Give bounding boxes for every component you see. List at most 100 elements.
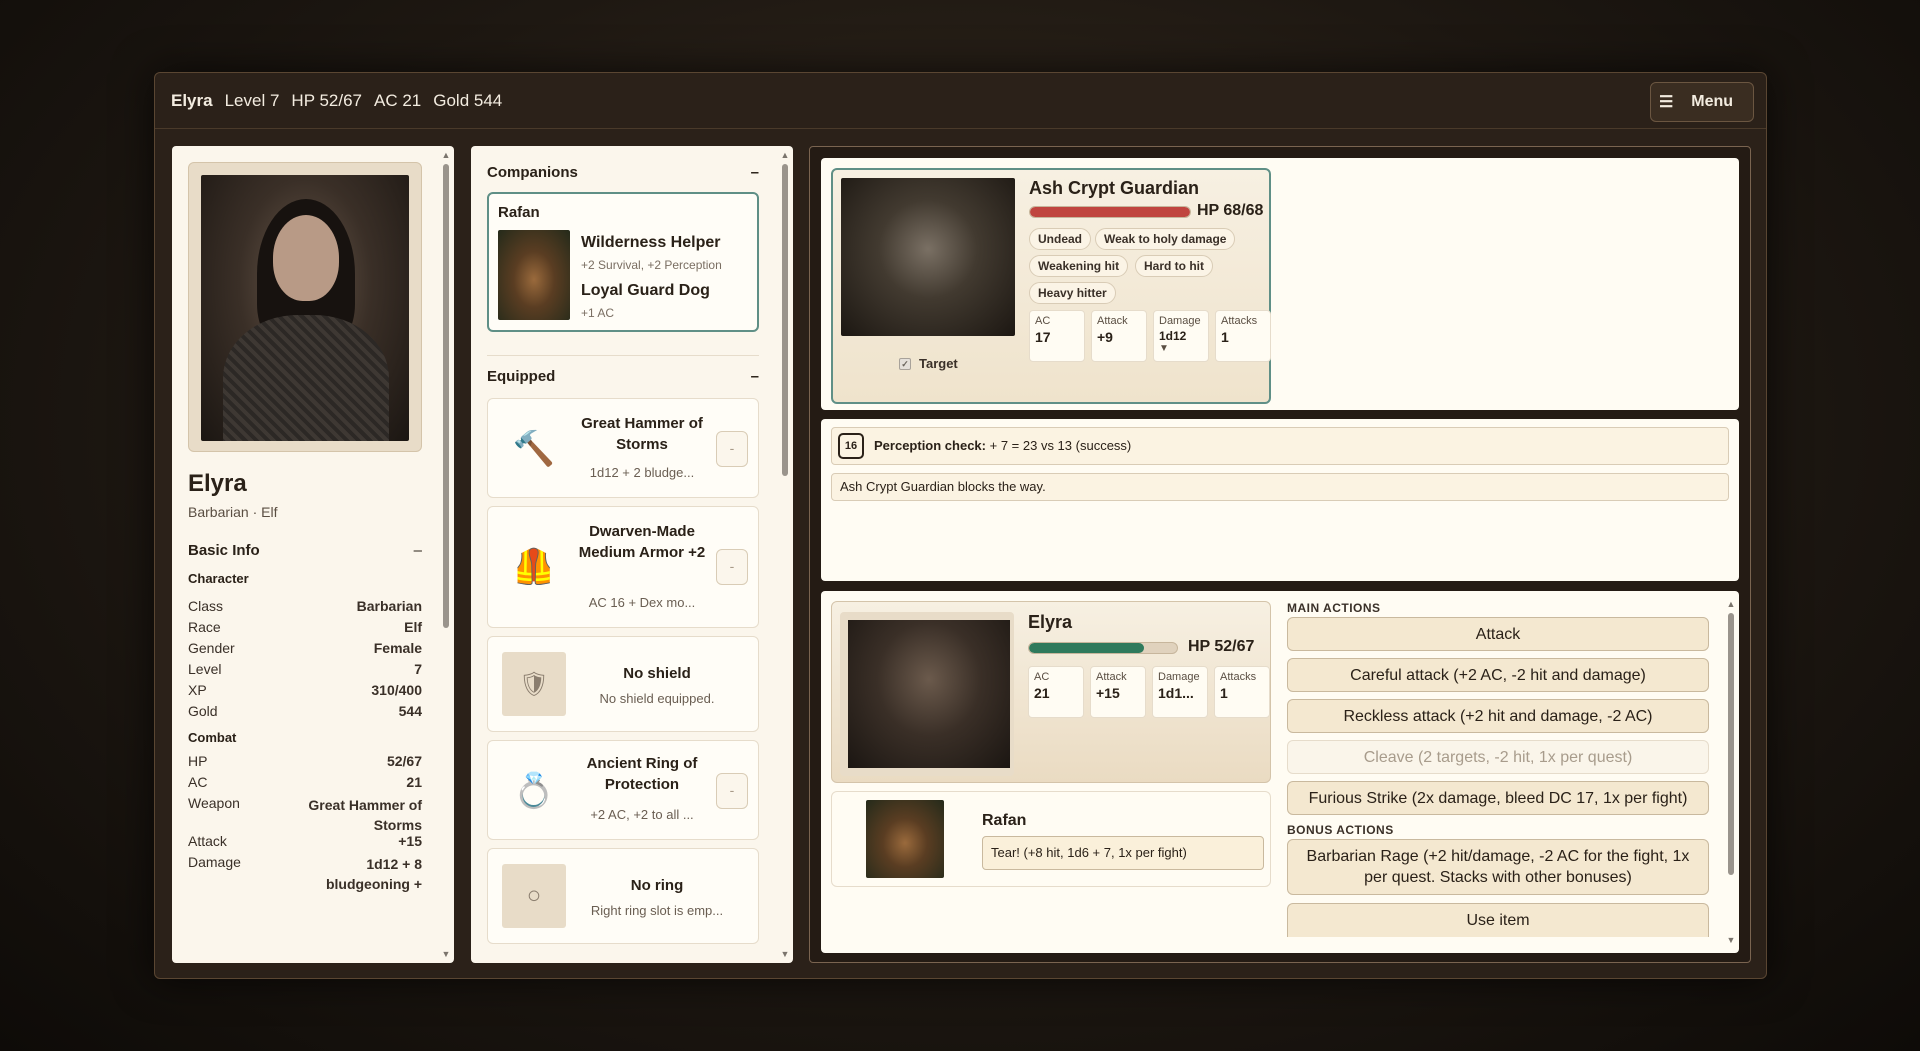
player-hp-text: HP 52/67: [1188, 638, 1255, 655]
expand-icon[interactable]: ▼: [1159, 343, 1169, 354]
status-gold: Gold 544: [433, 90, 503, 110]
status-ac: AC 21: [374, 90, 422, 110]
character-portrait: [201, 175, 409, 441]
barbarian-rage-button[interactable]: Barbarian Rage (+2 hit/damage, -2 AC for…: [1287, 839, 1709, 895]
player-portrait: [848, 620, 1010, 768]
row-level: Level 7: [188, 661, 422, 677]
item-desc: +2 AC, +2 to all ...: [590, 807, 694, 822]
row-attack: Attack +15: [188, 833, 422, 849]
target-checkbox[interactable]: ✓: [899, 357, 911, 370]
collapse-icon[interactable]: –: [751, 368, 759, 385]
item-desc: 1d12 + 2 bludge...: [589, 465, 695, 480]
item-desc: No shield equipped.: [599, 691, 715, 706]
companions-label: Companions: [487, 164, 578, 181]
target-toggle[interactable]: ✓ Target: [899, 356, 958, 371]
row-gender: Gender Female: [188, 640, 422, 656]
player-stat-attacks: Attacks 1: [1214, 666, 1270, 718]
status-bar: Elyra Level 7 HP 52/67 AC 21 Gold 544 ☰ …: [155, 73, 1766, 129]
player-stat-damage: Damage 1d1...: [1152, 666, 1208, 718]
menu-button[interactable]: ☰ Menu: [1650, 82, 1754, 122]
log-check-label: Perception check:: [874, 438, 986, 453]
unequip-button[interactable]: -: [716, 773, 748, 809]
main-actions-header: MAIN ACTIONS: [1287, 601, 1381, 615]
careful-attack-button[interactable]: Careful attack (+2 AC, -2 hit and damage…: [1287, 658, 1709, 692]
companion-trait-1: Wilderness Helper: [581, 234, 721, 251]
enemy-tag: Weak to holy damage: [1095, 228, 1236, 250]
enemy-stat-ac: AC 17: [1029, 310, 1085, 362]
basic-info-label: Basic Info: [188, 542, 260, 559]
character-subtitle: Barbarian · Elf: [188, 504, 278, 520]
enemy-tag: Weakening hit: [1029, 255, 1129, 277]
player-card: Elyra HP 52/67 AC 21 Attack +15 Damage 1d1.…: [831, 601, 1271, 783]
row-race: Race Elf: [188, 619, 422, 635]
shield-icon: 🛡: [502, 652, 566, 716]
enemy-panel: Ash Crypt Guardian HP 68/68 Undead Weak …: [821, 158, 1739, 410]
mid-scrollbar[interactable]: ▲ ▼: [780, 150, 790, 959]
armor-icon: 🦺: [512, 548, 556, 586]
group-combat-label: Combat: [188, 730, 237, 745]
item-name: Great Hammer of Storms: [581, 415, 703, 453]
ring-slot-icon: ○: [502, 864, 566, 928]
collapse-icon[interactable]: –: [751, 164, 759, 181]
companion-portrait: [498, 230, 570, 320]
companion-name: Rafan: [498, 204, 540, 221]
enemy-portrait: [841, 178, 1015, 336]
unequip-button[interactable]: -: [716, 549, 748, 585]
furious-strike-button[interactable]: Furious Strike (2x damage, bleed DC 17, …: [1287, 781, 1709, 815]
item-desc: AC 16 + Dex mo...: [588, 595, 696, 610]
scroll-up-icon: ▲: [441, 150, 451, 160]
companion-trait-2: Loyal Guard Dog: [581, 282, 710, 299]
equipped-slot-empty[interactable]: 🛡 No shield No shield equipped.: [487, 636, 759, 732]
status-level: Level 7: [224, 90, 280, 110]
hammer-icon: 🔨: [512, 430, 556, 468]
row-weapon: Weapon Great Hammer of Storms: [188, 795, 422, 833]
row-ac: AC 21: [188, 774, 422, 790]
item-name: No ring: [630, 877, 684, 894]
enemy-hp-bar: [1029, 206, 1191, 218]
collapse-icon[interactable]: –: [414, 542, 422, 559]
row-gold: Gold 544: [188, 703, 422, 719]
use-item-button[interactable]: Use item: [1287, 903, 1709, 937]
encounter-area: Ash Crypt Guardian HP 68/68 Undead Weak …: [809, 146, 1751, 963]
row-hp: HP 52/67: [188, 753, 422, 769]
companions-header[interactable]: Companions –: [487, 164, 759, 181]
equipped-slot-empty[interactable]: ○ No ring Right ring slot is emp...: [487, 848, 759, 944]
left-scrollbar[interactable]: ▲ ▼: [441, 150, 451, 959]
row-xp: XP 310/400: [188, 682, 422, 698]
equipped-item[interactable]: 🔨 Great Hammer of Storms 1d12 + 2 bludge…: [487, 398, 759, 498]
equipped-item[interactable]: 💍 Ancient Ring of Protection +2 AC, +2 t…: [487, 740, 759, 840]
equipped-item[interactable]: 🦺 Dwarven-Made Medium Armor +2 AC 16 + D…: [487, 506, 759, 628]
enemy-stat-attack: Attack +9: [1091, 310, 1147, 362]
companion-trait-2-desc: +1 AC: [581, 306, 615, 320]
basic-info-header[interactable]: Basic Info –: [188, 542, 422, 559]
combat-log: 16 Perception check: + 7 = 23 vs 13 (suc…: [821, 419, 1739, 581]
enemy-hp-text: HP 68/68: [1197, 202, 1264, 219]
character-name: Elyra: [188, 470, 247, 497]
character-sheet-panel: Elyra Barbarian · Elf Basic Info – Chara…: [172, 146, 454, 963]
equipped-label: Equipped: [487, 368, 556, 385]
status-hp: HP 52/67: [291, 90, 362, 110]
hamburger-icon: ☰: [1658, 94, 1674, 111]
enemy-card[interactable]: Ash Crypt Guardian HP 68/68 Undead Weak …: [831, 168, 1271, 404]
reckless-attack-button[interactable]: Reckless attack (+2 hit and damage, -2 A…: [1287, 699, 1709, 733]
companion-card[interactable]: Rafan Wilderness Helper +2 Survival, +2 …: [487, 192, 759, 332]
d20-icon: 16: [838, 433, 864, 459]
actions-scrollbar[interactable]: ▲ ▼: [1726, 599, 1736, 945]
attack-button[interactable]: Attack: [1287, 617, 1709, 651]
cleave-button[interactable]: Cleave (2 targets, -2 hit, 1x per quest): [1287, 740, 1709, 774]
scroll-down-icon: ▼: [1726, 935, 1736, 945]
enemy-stat-attacks: Attacks 1: [1215, 310, 1271, 362]
player-panel: Elyra HP 52/67 AC 21 Attack +15 Damage 1d1.…: [821, 591, 1739, 953]
enemy-tag: Heavy hitter: [1029, 282, 1116, 304]
target-label: Target: [919, 356, 958, 371]
ally-action-button[interactable]: Tear! (+8 hit, 1d6 + 7, 1x per fight): [982, 836, 1264, 870]
player-hp-bar: [1028, 642, 1178, 654]
log-entry: Ash Crypt Guardian blocks the way.: [831, 473, 1729, 501]
equipped-header[interactable]: Equipped –: [487, 368, 759, 385]
companion-trait-1-desc: +2 Survival, +2 Perception: [581, 258, 722, 272]
ally-card: Rafan Tear! (+8 hit, 1d6 + 7, 1x per fig…: [831, 791, 1271, 887]
unequip-button[interactable]: -: [716, 431, 748, 467]
bonus-actions-header: BONUS ACTIONS: [1287, 823, 1394, 837]
portrait-frame: [188, 162, 422, 452]
enemy-tag: Undead: [1029, 228, 1092, 250]
